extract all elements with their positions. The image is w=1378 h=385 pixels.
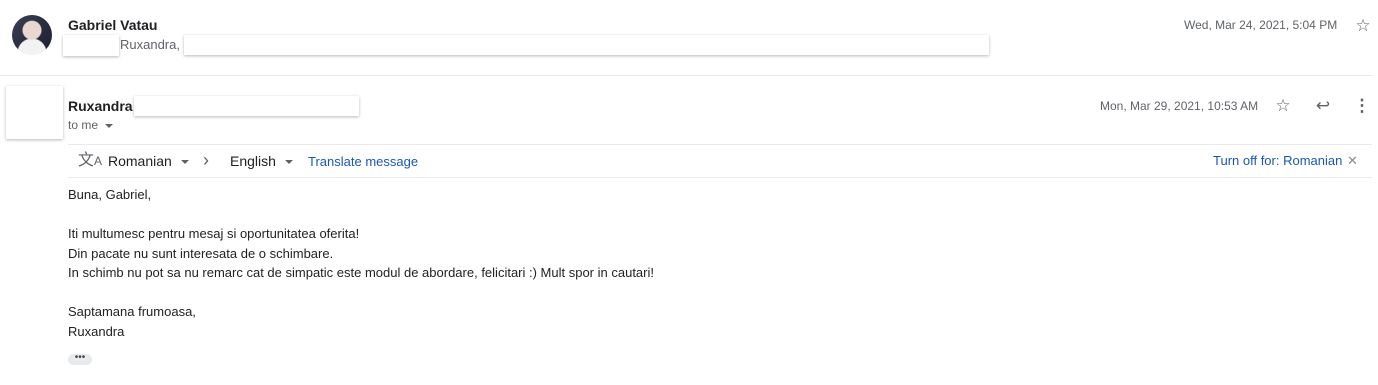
- translate-divider-top: [68, 144, 1372, 145]
- show-trimmed-content-icon[interactable]: •••: [68, 353, 92, 365]
- turn-off-translate-link[interactable]: Turn off for: Romanian: [1213, 153, 1342, 168]
- chevron-right-icon: ›: [203, 150, 209, 170]
- close-icon[interactable]: ✕: [1347, 153, 1358, 169]
- recipient-line[interactable]: to me: [68, 118, 114, 132]
- target-language-label: English: [230, 153, 276, 169]
- translate-divider-bottom: [68, 177, 1372, 178]
- recipient-text: to me: [68, 118, 99, 132]
- body-line: Iti multumesc pentru mesaj si oportunita…: [68, 226, 360, 241]
- source-language-select[interactable]: Romanian: [108, 153, 189, 169]
- body-closing: Saptamana frumoasa,: [68, 304, 196, 319]
- source-language-label: Romanian: [108, 153, 172, 169]
- redacted-block: [63, 35, 119, 56]
- translate-message-link[interactable]: Translate message: [308, 154, 418, 169]
- star-icon[interactable]: ☆: [1273, 96, 1293, 116]
- redacted-avatar: [6, 86, 63, 139]
- body-greeting: Buna, Gabriel,: [68, 187, 152, 202]
- reply-icon[interactable]: ↩: [1313, 96, 1333, 116]
- chevron-down-icon: [284, 160, 293, 165]
- body-line: Din pacate nu sunt interesata de o schim…: [68, 246, 334, 261]
- redacted-block: [184, 35, 989, 55]
- body-signature: Ruxandra: [68, 324, 125, 339]
- more-vertical-icon[interactable]: ⋮: [1352, 96, 1372, 116]
- chevron-down-icon: [180, 160, 189, 165]
- message-divider: [0, 75, 1372, 76]
- message-snippet[interactable]: Ruxandra,: [120, 37, 180, 52]
- chevron-down-icon[interactable]: [105, 123, 114, 128]
- sender-name[interactable]: Gabriel Vatau: [68, 17, 157, 33]
- message-date: Wed, Mar 24, 2021, 5:04 PM: [1184, 18, 1338, 32]
- message-date: Mon, Mar 29, 2021, 10:53 AM: [1100, 99, 1259, 113]
- redacted-block: [134, 96, 359, 116]
- sender-name[interactable]: Ruxandra: [68, 98, 133, 114]
- target-language-select[interactable]: English: [230, 153, 293, 169]
- star-icon[interactable]: ☆: [1353, 16, 1373, 36]
- translate-icon: 文A: [78, 152, 103, 169]
- avatar[interactable]: [12, 15, 52, 55]
- body-line: In schimb nu pot sa nu remarc cat de sim…: [68, 265, 654, 280]
